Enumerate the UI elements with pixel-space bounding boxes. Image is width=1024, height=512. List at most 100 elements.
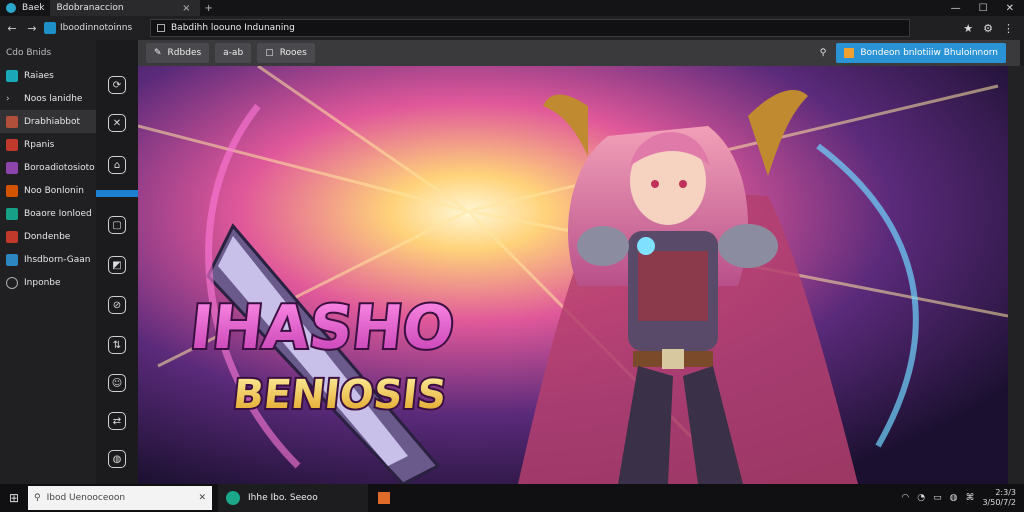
- page-icon: ▢: [265, 48, 274, 58]
- browser-logo-icon: [6, 3, 16, 13]
- tool-button-2[interactable]: a-ab: [215, 43, 252, 63]
- language-icon[interactable]: ⌘: [965, 493, 974, 503]
- app-icon: [6, 207, 18, 220]
- sidebar-item-label: Dondenbe: [24, 231, 71, 242]
- sidebar-item-label: Noos lanidhe: [24, 93, 83, 104]
- scrollbar[interactable]: [1008, 66, 1024, 484]
- sidebar-item-active[interactable]: Drabhiabbot: [0, 110, 96, 133]
- notice-banner[interactable]: Bondeon bnlotiiiw Bhuloinnorn: [836, 43, 1006, 63]
- sidebar-item[interactable]: › Noos lanidhe: [0, 87, 96, 110]
- forward-button[interactable]: →: [24, 22, 40, 35]
- app-icon: [6, 115, 18, 128]
- page-title: Iboodinnotoinns: [60, 23, 133, 33]
- tool-rail: ⟳ ✕ ⌂ ▢ ◩ ⊘ ⇅ ☺ ⇄ ◍: [96, 40, 138, 484]
- tab-label: Bdobranaccion: [56, 3, 124, 13]
- sidebar-item[interactable]: Noo Bonlonin: [0, 179, 96, 202]
- sort-icon[interactable]: ⇅: [108, 336, 126, 354]
- clock-icon: [6, 276, 18, 289]
- site-favicon-icon: [44, 22, 56, 34]
- tab-close-icon[interactable]: ×: [178, 3, 194, 14]
- sidebar-item[interactable]: Ihsdborn-Gaan: [0, 248, 96, 271]
- app-icon: [6, 253, 18, 266]
- notice-icon: [844, 48, 855, 58]
- artwork-svg: IHASHO BENIOSIS: [138, 66, 1008, 484]
- wifi-icon[interactable]: ◔: [917, 493, 925, 503]
- app-icon[interactable]: [378, 492, 390, 504]
- browser-titlebar: Baek Bdobranaccion × + — ☐ ✕: [0, 0, 1024, 16]
- sidebar-item-label: Drabhiabbot: [24, 116, 81, 127]
- app-icon: [226, 491, 240, 505]
- tools-icon: ✎: [154, 48, 162, 58]
- taskbar: ⊞ ⚲ Ibod Uenooceoon ✕ Ihhe Ibo. Seeoo ◠ …: [0, 484, 1024, 512]
- minimize-button[interactable]: —: [951, 3, 961, 14]
- page-icon: [157, 24, 165, 32]
- search-placeholder: Ibod Uenooceoon: [46, 493, 126, 503]
- app-icon: [6, 184, 18, 197]
- app-icon: [6, 138, 18, 151]
- tool-label: Rdbdes: [167, 48, 202, 58]
- url-field[interactable]: Babdihh loouno Indunaning: [150, 19, 910, 37]
- block-icon[interactable]: ⊘: [108, 296, 126, 314]
- close-icon[interactable]: ✕: [108, 114, 126, 132]
- sidebar: Cdo Bnids Raiaes › Noos lanidhe Drabhiabb…: [0, 40, 96, 484]
- sidebar-item-label: Boaore Ionloed: [24, 208, 92, 219]
- search-tool-icon[interactable]: ⚲: [820, 48, 827, 58]
- maximize-button[interactable]: ☐: [979, 3, 988, 14]
- tab-first[interactable]: Baek: [0, 0, 50, 16]
- clock-date: 3/50/7/2: [982, 498, 1016, 507]
- network-icon[interactable]: ◠: [901, 493, 909, 503]
- notice-text: Bondeon bnlotiiiw Bhuloinnorn: [860, 48, 998, 58]
- tool-label: Rooes: [279, 48, 307, 58]
- start-button[interactable]: ⊞: [0, 491, 28, 505]
- close-window-button[interactable]: ✕: [1006, 3, 1014, 14]
- tab-label: Baek: [22, 3, 45, 13]
- sidebar-item-label: Ihsdborn-Gaan: [24, 254, 91, 265]
- sidebar-item-label: Rpanis: [24, 139, 55, 150]
- refresh-icon[interactable]: ⟳: [108, 76, 126, 94]
- sidebar-item-label: Boroadiotosioto: [24, 162, 95, 173]
- search-icon: ⚲: [34, 493, 41, 503]
- clock-time: 2:3/3: [995, 488, 1016, 497]
- taskbar-app-label: Ihhe Ibo. Seeoo: [248, 493, 318, 503]
- swap-icon[interactable]: ⇄: [108, 412, 126, 430]
- more-menu-icon[interactable]: ⋮: [1003, 22, 1014, 35]
- title-line-1: IHASHO: [187, 293, 458, 363]
- rail-active-indicator: [96, 190, 138, 197]
- close-icon[interactable]: ✕: [198, 493, 206, 503]
- title-line-2: BENIOSIS: [231, 372, 449, 418]
- sidebar-item-label: Raiaes: [24, 70, 54, 81]
- arrow-icon: ›: [6, 93, 10, 104]
- layout-icon[interactable]: ◩: [108, 256, 126, 274]
- emoji-icon[interactable]: ☺: [108, 374, 126, 392]
- taskbar-search[interactable]: ⚲ Ibod Uenooceoon ✕: [28, 486, 212, 510]
- volume-icon[interactable]: ◍: [950, 493, 958, 503]
- tool-label: a-ab: [223, 48, 244, 58]
- bookmark-star-icon[interactable]: ★: [963, 22, 973, 35]
- clock[interactable]: 2:3/3 3/50/7/2: [982, 488, 1016, 508]
- sidebar-item-label: Noo Bonlonin: [24, 185, 84, 196]
- sidebar-item[interactable]: Rpanis: [0, 133, 96, 156]
- tool-button-3[interactable]: ▢ Rooes: [257, 43, 315, 63]
- system-tray: ◠ ◔ ▭ ◍ ⌘ 2:3/3 3/50/7/2: [901, 488, 1024, 508]
- url-text: Babdihh loouno Indunaning: [171, 23, 295, 33]
- app-icon: [6, 230, 18, 243]
- tab-active[interactable]: Bdobranaccion ×: [50, 0, 201, 16]
- home-icon[interactable]: ⌂: [108, 156, 126, 174]
- settings-icon[interactable]: ⚙: [983, 22, 993, 35]
- window-icon[interactable]: ▢: [108, 216, 126, 234]
- tool-button-1[interactable]: ✎ Rdbdes: [146, 43, 210, 63]
- sidebar-item[interactable]: Boaore Ionloed: [0, 202, 96, 225]
- back-button[interactable]: ←: [4, 22, 20, 35]
- sidebar-item[interactable]: Dondenbe: [0, 225, 96, 248]
- app-icon: [6, 69, 18, 82]
- sidebar-item[interactable]: Inponbe: [0, 271, 96, 294]
- taskbar-app[interactable]: Ihhe Ibo. Seeoo: [218, 484, 368, 512]
- sidebar-item[interactable]: Raiaes: [0, 64, 96, 87]
- sidebar-item[interactable]: Boroadiotosioto: [0, 156, 96, 179]
- battery-icon[interactable]: ▭: [933, 493, 942, 503]
- shield-icon[interactable]: ◍: [108, 450, 126, 468]
- address-bar-row: ← → Iboodinnotoinns Babdihh loouno Indun…: [0, 16, 1024, 40]
- new-tab-button[interactable]: +: [200, 3, 216, 14]
- content-toolbar: ✎ Rdbdes a-ab ▢ Rooes ⚲ Bondeon bnlotiii…: [138, 40, 1020, 66]
- hero-artwork: IHASHO BENIOSIS: [138, 66, 1008, 484]
